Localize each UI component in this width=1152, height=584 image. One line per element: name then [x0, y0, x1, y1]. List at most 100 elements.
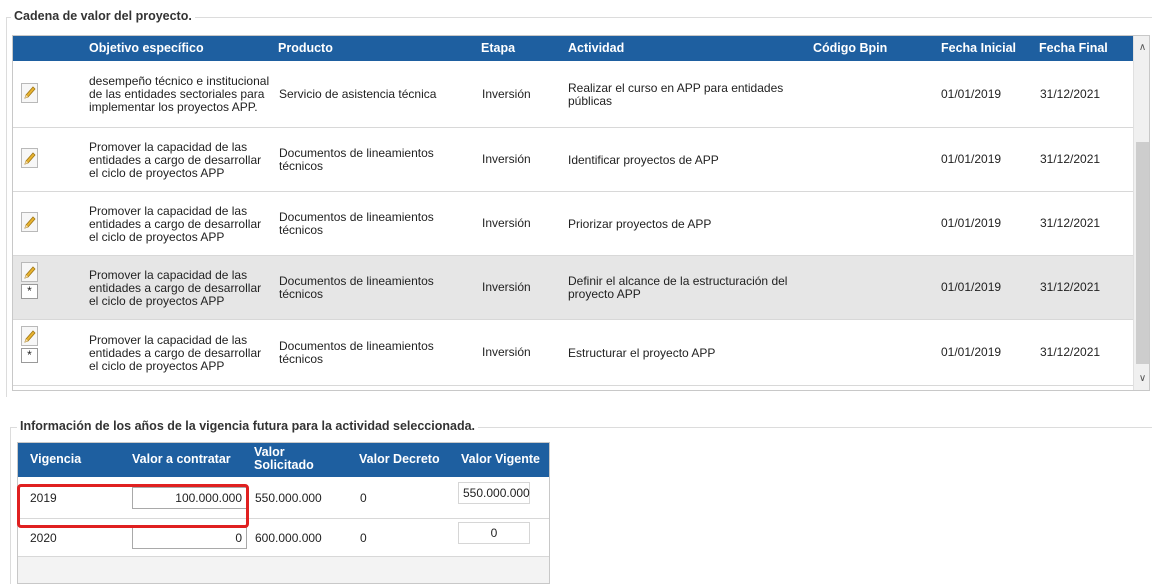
- cell-fecha-inicial: 01/01/2019: [941, 152, 1002, 166]
- cell-vigencia: 2020: [30, 531, 57, 545]
- cell-objetivo-line: Promover la capacidad de las: [89, 332, 248, 347]
- cell-fecha-inicial: 01/01/2019: [941, 280, 1002, 294]
- cell-producto-line: Servicio de asistencia técnica: [279, 87, 437, 101]
- cell-etapa: Inversión: [482, 216, 531, 230]
- cell-producto: Servicio de asistencia técnica: [279, 88, 469, 101]
- grid-vertical-scrollbar[interactable]: ∧ ∨: [1133, 36, 1149, 390]
- cell-producto-line: técnicos: [279, 159, 324, 173]
- cell-objetivo-line: el ciclo de proyectos APP: [89, 165, 225, 180]
- valor-contratar-input[interactable]: 100.000.000: [132, 487, 247, 509]
- cell-objetivo-line: entidades a cargo de desarrollar: [89, 152, 262, 167]
- cell-objetivo: Promover la capacidad de las entidades a …: [89, 139, 279, 180]
- edit-pencil-icon[interactable]: [21, 148, 38, 168]
- cell-objetivo-line: el ciclo de proyectos APP: [89, 293, 225, 308]
- expand-star-icon[interactable]: *: [21, 284, 38, 299]
- scroll-up-icon[interactable]: ∧: [1134, 38, 1149, 58]
- cell-valor-decreto: 0: [360, 531, 367, 545]
- cell-objetivo-line: Promover la capacidad de las: [89, 139, 248, 154]
- header-codigo-bpin[interactable]: Código Bpin: [813, 41, 887, 55]
- header-valor-contratar[interactable]: Valor a contratar: [132, 452, 231, 466]
- cell-fecha-final: 31/12/2021: [1040, 345, 1101, 359]
- cell-fecha-final: 31/12/2021: [1040, 152, 1101, 166]
- header-actividad[interactable]: Actividad: [568, 41, 624, 55]
- cell-objetivo-line: Promover la capacidad de las: [89, 267, 248, 282]
- cell-actividad: Definir el alcance de la estructuración …: [568, 275, 808, 301]
- cell-fecha-final: 31/12/2021: [1040, 216, 1101, 230]
- table-row[interactable]: * Promover la capacidad de las entidades a…: [13, 256, 1133, 320]
- header-vigencia[interactable]: Vigencia: [30, 452, 81, 466]
- cell-objetivo: Promover la capacidad de las entidades a …: [89, 203, 279, 244]
- edit-pencil-icon[interactable]: [21, 262, 38, 282]
- cell-objetivo-line: el ciclo de proyectos APP: [89, 229, 225, 244]
- cell-producto: Documentos de lineamientos técnicos: [279, 147, 469, 173]
- cell-producto: Documentos de lineamientos técnicos: [279, 211, 469, 237]
- cadena-valor-grid: Objetivo específico Producto Etapa Activ…: [12, 35, 1150, 391]
- cell-objetivo-line: entidades a cargo de desarrollar: [89, 345, 262, 360]
- cell-valor-solicitado: 550.000.000: [255, 491, 322, 505]
- cell-fecha-final: 31/12/2021: [1040, 86, 1101, 101]
- header-fecha-inicial[interactable]: Fecha Inicial: [941, 41, 1016, 55]
- header-objetivo[interactable]: Objetivo específico: [89, 41, 204, 55]
- cell-actividad: Realizar el curso en APP para entidades p…: [568, 80, 808, 108]
- scroll-thumb[interactable]: [1136, 142, 1149, 364]
- header-etapa[interactable]: Etapa: [481, 41, 515, 55]
- table-row[interactable]: Promover la capacidad de las entidades a …: [13, 128, 1133, 192]
- cell-fecha-inicial: 01/01/2019: [941, 86, 1002, 101]
- cell-etapa: Inversión: [482, 280, 531, 294]
- valor-vigente-field[interactable]: 550.000.000: [458, 482, 530, 504]
- table-row[interactable]: Promover la capacidad de las entidades a …: [13, 192, 1133, 256]
- cell-fecha-final: 31/12/2021: [1040, 280, 1101, 294]
- grid-header: Objetivo específico Producto Etapa Activ…: [13, 36, 1133, 61]
- vigencia-grid: Vigencia Valor a contratar Valor Solicit…: [17, 442, 550, 584]
- edit-pencil-icon[interactable]: [21, 326, 38, 346]
- cell-objetivo-line: el ciclo de proyectos APP: [89, 358, 225, 373]
- table-row[interactable]: 2020 0 600.000.000 0 0: [18, 519, 549, 557]
- cell-producto-line: técnicos: [279, 223, 324, 237]
- header-valor-solicitado[interactable]: Valor Solicitado: [254, 446, 322, 472]
- cell-objetivo-line: Promover la capacidad de las: [89, 203, 248, 218]
- table-row[interactable]: desempeño técnico e institucional de las …: [13, 61, 1133, 128]
- cell-etapa: Inversión: [482, 86, 531, 101]
- cell-actividad-line: Priorizar proyectos de APP: [568, 216, 712, 231]
- cell-actividad: Estructurar el proyecto APP: [568, 345, 808, 360]
- cell-producto: Documentos de lineamientos técnicos: [279, 340, 469, 366]
- cell-actividad-line: Realizar el curso en APP para entidades: [568, 80, 784, 95]
- cell-producto: Documentos de lineamientos técnicos: [279, 275, 469, 301]
- cell-objetivo: Promover la capacidad de las entidades a …: [89, 267, 279, 308]
- cell-etapa: Inversión: [482, 345, 531, 359]
- edit-pencil-icon[interactable]: [21, 82, 38, 103]
- cell-actividad-line: Estructurar el proyecto APP: [568, 345, 716, 360]
- cell-producto-line: técnicos: [279, 352, 324, 366]
- cell-objetivo: Promover la capacidad de las entidades a …: [89, 332, 279, 373]
- cell-vigencia: 2019: [30, 491, 57, 505]
- table-row[interactable]: * Promover la capacidad de las entidades a…: [13, 320, 1133, 386]
- valor-vigente-field[interactable]: 0: [458, 522, 530, 544]
- section-title-vigencia: Información de los años de la vigencia f…: [17, 419, 479, 433]
- cell-actividad-line: proyecto APP: [568, 287, 641, 301]
- header-valor-vigente[interactable]: Valor Vigente: [461, 452, 540, 466]
- cell-actividad: Priorizar proyectos de APP: [568, 216, 808, 231]
- cell-actividad-line: públicas: [568, 93, 613, 108]
- cell-objetivo-line: entidades a cargo de desarrollar: [89, 280, 262, 295]
- table-row[interactable]: 2019 100.000.000 550.000.000 0 550.000.000: [18, 477, 549, 519]
- scroll-down-icon[interactable]: ∨: [1134, 369, 1149, 389]
- cell-objetivo-line: entidades a cargo de desarrollar: [89, 216, 262, 231]
- cell-fecha-inicial: 01/01/2019: [941, 345, 1002, 359]
- empty-row: [18, 557, 549, 583]
- cell-objetivo: desempeño técnico e institucional de las …: [89, 75, 279, 114]
- cell-fecha-inicial: 01/01/2019: [941, 216, 1002, 230]
- cell-producto-line: técnicos: [279, 287, 324, 301]
- vigencia-grid-header: Vigencia Valor a contratar Valor Solicit…: [18, 443, 549, 477]
- section-title-cadena: Cadena de valor del proyecto.: [11, 9, 195, 23]
- cell-objetivo-line: implementar los proyectos APP.: [89, 100, 258, 114]
- cell-valor-decreto: 0: [360, 491, 367, 505]
- expand-star-icon[interactable]: *: [21, 348, 38, 363]
- edit-pencil-icon[interactable]: [21, 212, 38, 232]
- valor-contratar-input[interactable]: 0: [132, 527, 247, 549]
- header-valor-decreto[interactable]: Valor Decreto: [359, 452, 440, 466]
- header-fecha-final[interactable]: Fecha Final: [1039, 41, 1108, 55]
- cell-valor-solicitado: 600.000.000: [255, 531, 322, 545]
- header-producto[interactable]: Producto: [278, 41, 333, 55]
- cell-actividad-line: Identificar proyectos de APP: [568, 152, 719, 167]
- cell-actividad: Identificar proyectos de APP: [568, 152, 808, 167]
